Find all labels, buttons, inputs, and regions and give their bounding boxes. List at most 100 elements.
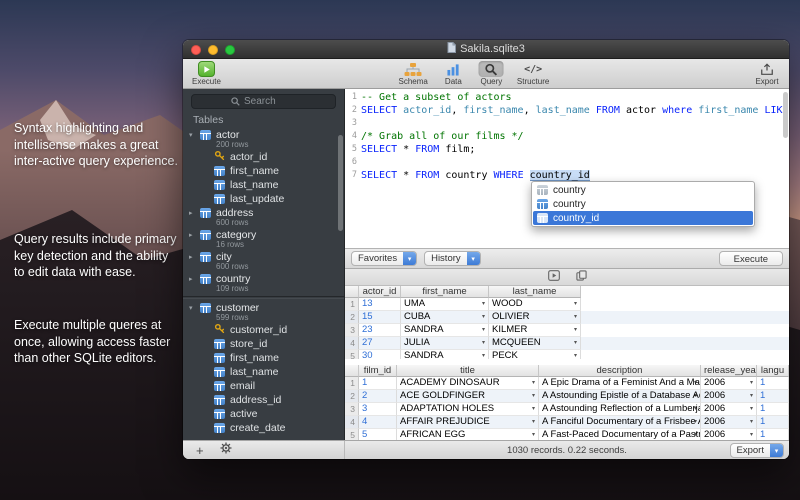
sidebar-item-column[interactable]: email [183,379,344,393]
sidebar-item-column[interactable]: store_id [183,337,344,351]
table-row[interactable]: 2 2 ▾ACE GOLDFINGER ▾A Astounding Epistl… [345,390,789,403]
column-header[interactable]: last_name [489,286,581,298]
results-toolbar [345,269,789,286]
sidebar-item-city[interactable]: ▸ city 600 rows [183,250,344,272]
execute-toolbar-button[interactable]: Execute [192,61,221,86]
chevron-down-icon[interactable]: ▾ [189,131,193,139]
column-icon [537,199,548,209]
cell-dropdown-icon[interactable]: ▾ [482,324,485,336]
column-icon [214,381,225,391]
query-bar: Favorites ▾ History ▾ Execute [345,249,789,269]
chevron-right-icon[interactable]: ▸ [189,209,193,217]
cell-dropdown-icon[interactable]: ▾ [482,337,485,349]
table-row[interactable]: 4 27 ▾JULIA ▾MCQUEEN [345,337,789,350]
sidebar-item-actor-id[interactable]: actor_id [183,150,344,164]
cell-dropdown-icon[interactable]: ▾ [574,324,577,336]
export-results-button[interactable]: Export ▾ [730,443,784,458]
cell-dropdown-icon[interactable]: ▾ [574,298,577,310]
add-icon[interactable]: + [196,444,204,457]
column-header[interactable]: actor_id [359,286,401,298]
table-row[interactable]: 2 15 ▾CUBA ▾OLIVIER [345,311,789,324]
cell-dropdown-icon[interactable]: ▾ [574,311,577,323]
column-icon [214,180,225,190]
execute-query-button[interactable]: Execute [719,251,783,266]
table-row[interactable]: 3 3 ▾ADAPTATION HOLES ▾A Astounding Refl… [345,403,789,416]
autocomplete-item-selected[interactable]: country_id [533,211,753,225]
sidebar-item-customer[interactable]: ▾ customer 599 rows [183,301,344,323]
sidebar-item-actor[interactable]: ▾ actor 200 rows [183,128,344,150]
export-toolbar-button[interactable]: Export [754,61,780,86]
column-icon [214,409,225,419]
cell-dropdown-icon[interactable]: ▾ [750,390,753,402]
sidebar-item-column[interactable]: first_name [183,351,344,365]
chevron-right-icon[interactable]: ▸ [189,275,193,283]
search-field[interactable] [191,94,336,109]
table-row[interactable]: 1 1 ▾ACADEMY DINOSAUR ▾A Epic Drama of a… [345,377,789,390]
column-header[interactable]: first_name [401,286,489,298]
cell-dropdown-icon[interactable]: ▾ [482,311,485,323]
table-icon [200,274,211,284]
table-row[interactable]: 5 5 ▾AFRICAN EGG ▾A Fast-Paced Documenta… [345,429,789,440]
column-header[interactable]: release_year [701,365,757,377]
sidebar-item-country[interactable]: ▸ country 109 rows [183,272,344,294]
cell-dropdown-icon[interactable]: ▾ [532,403,535,415]
sidebar-scrollbar[interactable] [338,135,343,231]
cell-dropdown-icon[interactable]: ▾ [532,377,535,389]
column-header[interactable]: film_id [359,365,397,377]
play-icon[interactable] [548,268,560,286]
chevron-right-icon[interactable]: ▸ [189,231,193,239]
main-panel: 1-- Get a subset of actors 2SELECT actor… [345,89,789,440]
sidebar-item-column[interactable]: create_date [183,421,344,435]
search-input[interactable] [244,96,296,107]
schema-toolbar-button[interactable]: Schema [399,61,428,86]
row-count: 109 rows [216,284,340,293]
close-button[interactable] [191,45,201,55]
cell-dropdown-icon[interactable]: ▾ [574,350,577,359]
cell-dropdown-icon[interactable]: ▾ [532,429,535,440]
copy-icon[interactable] [576,268,587,286]
cell-dropdown-icon[interactable]: ▾ [482,350,485,359]
column-header[interactable]: langu [757,365,789,377]
cell-dropdown-icon[interactable]: ▾ [532,390,535,402]
sql-editor[interactable]: 1-- Get a subset of actors 2SELECT actor… [345,89,789,249]
autocomplete-item[interactable]: country [533,197,753,211]
cell-dropdown-icon[interactable]: ▾ [750,416,753,428]
favorites-dropdown[interactable]: Favorites ▾ [351,251,417,266]
chevron-right-icon[interactable]: ▸ [189,253,193,261]
sidebar-item-column[interactable]: last_update [183,192,344,206]
history-dropdown[interactable]: History ▾ [424,251,481,266]
table-row[interactable]: 1 13 ▾UMA ▾WOOD [345,298,789,311]
sidebar-item-column[interactable]: active [183,407,344,421]
table-icon [200,252,211,262]
sidebar-item-column[interactable]: first_name [183,164,344,178]
sidebar-item-column[interactable]: last_name [183,178,344,192]
table-row[interactable]: 3 23 ▾SANDRA ▾KILMER [345,324,789,337]
title-bar[interactable]: Sakila.sqlite3 [183,40,789,59]
gear-icon[interactable] [220,441,232,459]
data-toolbar-button[interactable]: Data [441,61,466,86]
structure-toolbar-button[interactable]: </> Structure [517,61,549,86]
column-header[interactable]: description [539,365,701,377]
sidebar-item-address[interactable]: ▸ address 600 rows [183,206,344,228]
editor-scrollbar[interactable] [783,92,788,138]
chevron-down-icon: ▾ [467,252,480,265]
table-row[interactable]: 4 4 ▾AFFAIR PREJUDICE ▾A Fanciful Docume… [345,416,789,429]
cell-dropdown-icon[interactable]: ▾ [482,298,485,310]
cell-dropdown-icon[interactable]: ▾ [750,429,753,440]
zoom-button[interactable] [225,45,235,55]
table-row[interactable]: 5 30 ▾SANDRA ▾PECK [345,350,789,359]
cell-dropdown-icon[interactable]: ▾ [750,377,753,389]
column-header[interactable]: title [397,365,539,377]
query-toolbar-button[interactable]: Query [479,61,504,86]
marketing-text-syntax: Syntax highlighting and intellisense mak… [14,120,182,170]
sidebar-item-customer-id[interactable]: customer_id [183,323,344,337]
chevron-down-icon[interactable]: ▾ [189,304,193,312]
sidebar-item-category[interactable]: ▸ category 16 rows [183,228,344,250]
autocomplete-item[interactable]: country [533,183,753,197]
minimize-button[interactable] [208,45,218,55]
sidebar-item-column[interactable]: last_name [183,365,344,379]
cell-dropdown-icon[interactable]: ▾ [750,403,753,415]
cell-dropdown-icon[interactable]: ▾ [532,416,535,428]
sidebar-item-column[interactable]: address_id [183,393,344,407]
cell-dropdown-icon[interactable]: ▾ [574,337,577,349]
